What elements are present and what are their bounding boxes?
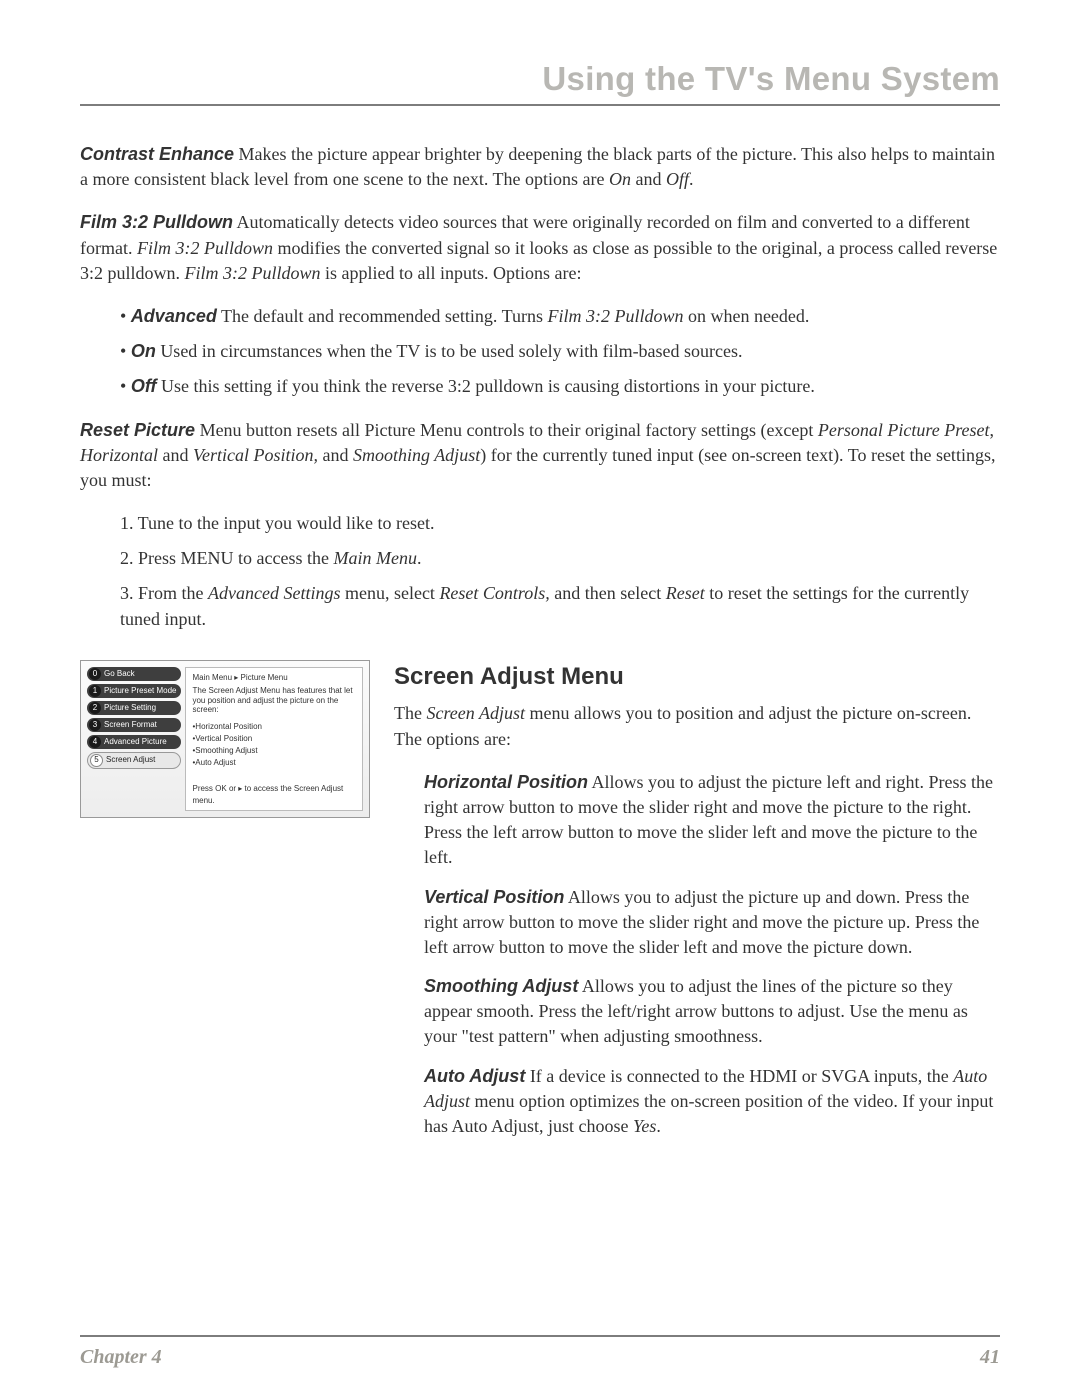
label-film-pulldown: Film 3:2 Pulldown xyxy=(80,212,233,232)
step-1: 1. Tune to the input you would like to r… xyxy=(120,511,1000,536)
chapter-title: Using the TV's Menu System xyxy=(80,40,1000,104)
para-reset-picture: Reset Picture Menu button resets all Pic… xyxy=(80,418,1000,494)
menu-description: The Screen Adjust Menu has features that… xyxy=(192,686,356,715)
menu-item-5-selected: 5Screen Adjust xyxy=(87,752,181,769)
opt-auto-adjust: Auto Adjust If a device is connected to … xyxy=(424,1064,1000,1140)
menu-item-0: 0Go Back xyxy=(87,667,181,681)
film-options-list: Advanced The default and recommended set… xyxy=(80,304,1000,400)
opt-vertical-position: Vertical Position Allows you to adjust t… xyxy=(424,885,1000,961)
menu-breadcrumb: Main Menu ▸ Picture Menu xyxy=(192,672,356,683)
menu-item-1: 1Picture Preset Mode xyxy=(87,684,181,698)
header-rule xyxy=(80,104,1000,106)
reset-steps: 1. Tune to the input you would like to r… xyxy=(80,511,1000,632)
heading-screen-adjust: Screen Adjust Menu xyxy=(394,660,1000,694)
menu-item-4: 4Advanced Picture xyxy=(87,735,181,749)
step-2: 2. Press MENU to access the Main Menu. xyxy=(120,546,1000,571)
para-screen-adjust-intro: The Screen Adjust menu allows you to pos… xyxy=(394,701,1000,751)
para-contrast-enhance: Contrast Enhance Makes the picture appea… xyxy=(80,142,1000,192)
step-3: 3. From the Advanced Settings menu, sele… xyxy=(120,581,1000,631)
menu-item-2: 2Picture Setting xyxy=(87,701,181,715)
footer-rule xyxy=(80,1335,1000,1337)
para-film-pulldown: Film 3:2 Pulldown Automatically detects … xyxy=(80,210,1000,286)
opt-off: Off Use this setting if you think the re… xyxy=(120,374,1000,399)
menu-footnote: Press OK or ▸ to access the Screen Adjus… xyxy=(192,783,362,805)
menu-item-3: 3Screen Format xyxy=(87,718,181,732)
footer-page-number: 41 xyxy=(980,1346,1000,1369)
opt-horizontal-position: Horizontal Position Allows you to adjust… xyxy=(424,770,1000,871)
label-reset-picture: Reset Picture xyxy=(80,420,195,440)
opt-on: On Used in circumstances when the TV is … xyxy=(120,339,1000,364)
opt-advanced: Advanced The default and recommended set… xyxy=(120,304,1000,329)
label-contrast-enhance: Contrast Enhance xyxy=(80,144,234,164)
footer-chapter: Chapter 4 xyxy=(80,1346,162,1369)
page-footer: Chapter 4 41 xyxy=(80,1346,1000,1369)
body-content: Contrast Enhance Makes the picture appea… xyxy=(80,142,1000,1153)
menu-sidebar: 0Go Back 1Picture Preset Mode 2Picture S… xyxy=(87,667,181,811)
opt-smoothing-adjust: Smoothing Adjust Allows you to adjust th… xyxy=(424,974,1000,1050)
menu-detail-panel: Main Menu ▸ Picture Menu The Screen Adju… xyxy=(185,667,363,811)
menu-screenshot: 0Go Back 1Picture Preset Mode 2Picture S… xyxy=(80,660,370,818)
